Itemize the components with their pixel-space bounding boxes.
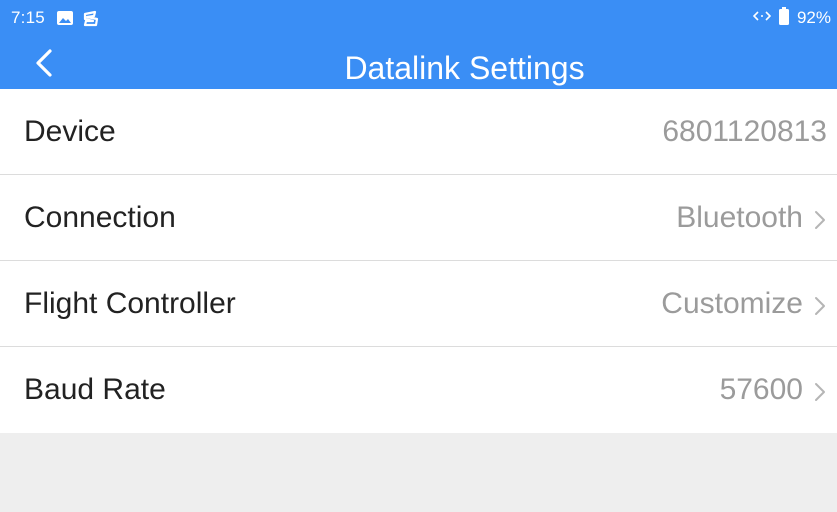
page-title: Datalink Settings	[344, 50, 585, 86]
back-button[interactable]	[26, 45, 66, 81]
row-label: Baud Rate	[24, 373, 166, 406]
chevron-left-icon	[26, 49, 66, 85]
nav-bar: Datalink Settings	[0, 36, 837, 89]
status-time: 7:15	[11, 8, 45, 27]
image-icon	[56, 10, 74, 26]
chevron-right-icon	[813, 209, 827, 231]
settings-row-device: Device 6801120813	[0, 89, 837, 175]
battery-icon	[778, 6, 789, 30]
flight-controller-value: Customize	[661, 287, 803, 320]
status-bar: 7:15 92%	[0, 0, 837, 36]
settings-list: Device 6801120813 Connection Bluetooth F…	[0, 89, 837, 433]
settings-row-connection[interactable]: Connection Bluetooth	[0, 175, 837, 261]
battery-level: 92%	[796, 8, 831, 27]
app-s-icon	[82, 10, 100, 27]
settings-row-baud-rate[interactable]: Baud Rate 57600	[0, 347, 837, 433]
chevron-right-icon	[813, 381, 827, 403]
row-label: Connection	[24, 201, 176, 234]
chevron-right-icon	[813, 295, 827, 317]
status-right-group: 92%	[752, 6, 831, 30]
row-label: Device	[24, 115, 116, 148]
baud-rate-value: 57600	[719, 373, 803, 406]
data-transfer-icon	[752, 9, 772, 27]
row-label: Flight Controller	[24, 287, 236, 320]
device-id-value: 6801120813	[662, 115, 827, 148]
settings-row-flight-controller[interactable]: Flight Controller Customize	[0, 261, 837, 347]
connection-value: Bluetooth	[676, 201, 803, 234]
app-header: 7:15 92% Datalink Settings	[0, 0, 837, 89]
